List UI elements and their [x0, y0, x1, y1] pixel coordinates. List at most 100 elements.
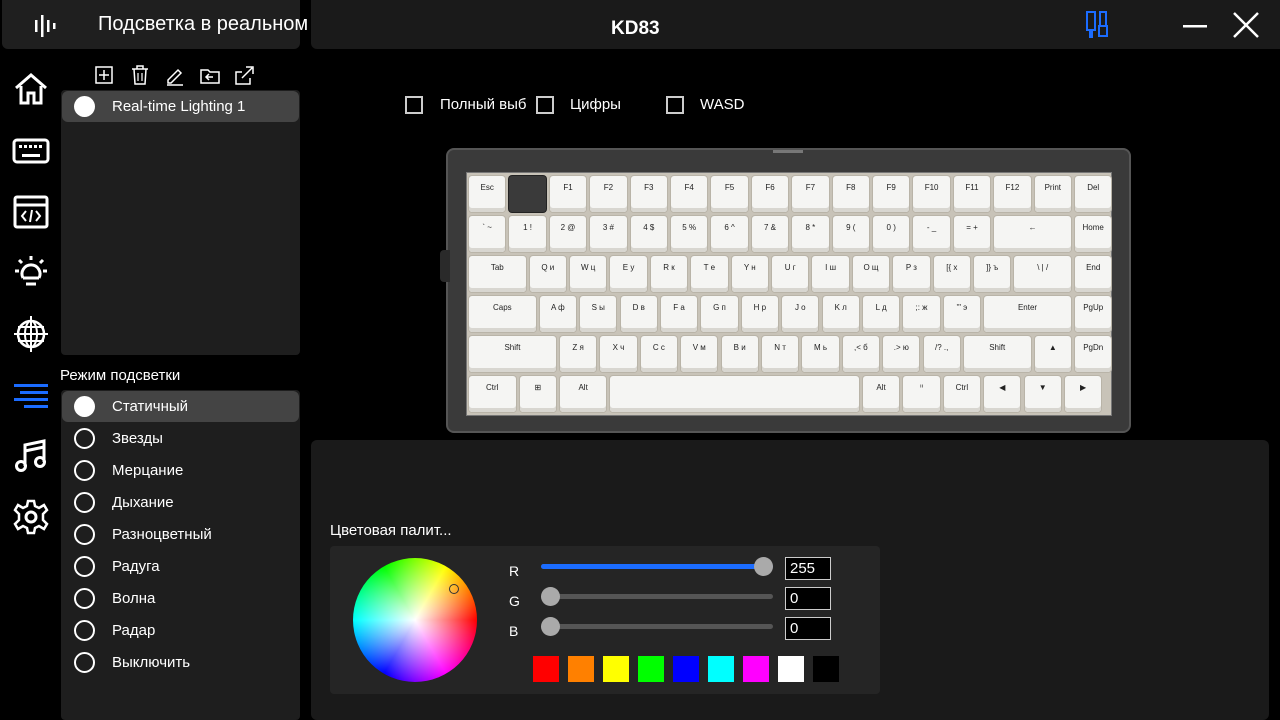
home-icon[interactable]	[12, 70, 50, 108]
key-space[interactable]	[610, 376, 859, 412]
key[interactable]: 8 *	[792, 216, 829, 252]
r-slider-thumb[interactable]	[754, 557, 773, 576]
color-wheel[interactable]	[353, 558, 477, 682]
key[interactable]: Ctrl	[943, 376, 981, 412]
lighting-mode-icon[interactable]	[12, 376, 50, 414]
key[interactable]: M ь	[802, 336, 839, 372]
key[interactable]: 1 !	[509, 216, 546, 252]
key[interactable]: R к	[650, 256, 688, 292]
key[interactable]: \ | /	[1014, 256, 1071, 292]
key[interactable]: 6 ^	[711, 216, 748, 252]
mode-radio[interactable]	[74, 652, 95, 673]
key[interactable]: N т	[761, 336, 799, 372]
key[interactable]: 7 &	[751, 216, 789, 252]
r-input[interactable]	[785, 557, 831, 580]
key[interactable]: Y н	[731, 256, 768, 292]
profile-radio[interactable]	[74, 96, 95, 117]
key[interactable]: F а	[660, 296, 698, 332]
mode-radio[interactable]	[74, 396, 95, 417]
key[interactable]: Alt	[559, 376, 607, 412]
key[interactable]: Home	[1075, 216, 1112, 252]
color-wheel-picker[interactable]	[449, 584, 459, 594]
key[interactable]: ]} ъ	[974, 256, 1011, 292]
key[interactable]: Enter	[984, 296, 1071, 332]
key[interactable]: PgDn	[1075, 336, 1112, 372]
key[interactable]: ◀	[984, 376, 1021, 412]
g-slider-thumb[interactable]	[541, 587, 560, 606]
r-slider[interactable]	[541, 557, 773, 576]
settings-icon[interactable]	[12, 498, 50, 536]
mode-radio[interactable]	[74, 460, 95, 481]
mode-item-radar[interactable]: Радар	[62, 615, 299, 646]
key[interactable]: .> ю	[883, 336, 920, 372]
color-swatch[interactable]	[813, 656, 839, 682]
mode-radio[interactable]	[74, 556, 95, 577]
key[interactable]: U г	[772, 256, 809, 292]
key[interactable]: J о	[782, 296, 819, 332]
delete-profile-icon[interactable]	[129, 64, 151, 86]
mode-radio[interactable]	[74, 620, 95, 641]
g-input[interactable]	[785, 587, 831, 610]
key[interactable]: PgUp	[1075, 296, 1112, 332]
key[interactable]: F8	[832, 176, 869, 212]
rename-profile-icon[interactable]	[164, 64, 186, 86]
key-knob-area[interactable]	[509, 176, 546, 212]
key[interactable]: L д	[862, 296, 900, 332]
mode-radio[interactable]	[74, 492, 95, 513]
key[interactable]: ▼	[1024, 376, 1061, 412]
key[interactable]: O щ	[852, 256, 890, 292]
color-swatch[interactable]	[708, 656, 734, 682]
key[interactable]: F11	[953, 176, 991, 212]
key[interactable]: Shift	[963, 336, 1031, 372]
key[interactable]: Z я	[559, 336, 597, 372]
b-input[interactable]	[785, 617, 831, 640]
key[interactable]: Print	[1034, 176, 1071, 212]
close-button[interactable]	[1231, 10, 1261, 40]
mode-item-flicker[interactable]: Мерцание	[62, 455, 299, 486]
profile-item[interactable]: Real-time Lighting 1	[62, 91, 299, 122]
b-slider[interactable]	[541, 617, 773, 636]
color-swatch[interactable]	[568, 656, 594, 682]
usb-connection-icon[interactable]	[1083, 10, 1113, 40]
key[interactable]: ⊞	[519, 376, 556, 412]
key[interactable]: F9	[873, 176, 910, 212]
key[interactable]: = +	[953, 216, 991, 252]
key[interactable]: ` ~	[469, 216, 506, 252]
mode-item-multicolor[interactable]: Разноцветный	[62, 519, 299, 550]
mode-item-stars[interactable]: Звезды	[62, 423, 299, 454]
key[interactable]: F12	[994, 176, 1031, 212]
key[interactable]: ▶	[1064, 376, 1102, 412]
key[interactable]: 5 %	[671, 216, 708, 252]
import-profile-icon[interactable]	[199, 64, 221, 86]
color-swatch[interactable]	[603, 656, 629, 682]
key[interactable]: [{ х	[933, 256, 970, 292]
key[interactable]: F6	[751, 176, 789, 212]
key[interactable]: D в	[620, 296, 657, 332]
key[interactable]: /? .,	[923, 336, 960, 372]
mode-item-wave[interactable]: Волна	[62, 583, 299, 614]
key[interactable]: Tab	[469, 256, 526, 292]
key[interactable]: F10	[913, 176, 950, 212]
key[interactable]: F3	[630, 176, 667, 212]
color-swatch[interactable]	[533, 656, 559, 682]
music-icon[interactable]	[12, 437, 50, 475]
key[interactable]: F1	[549, 176, 587, 212]
key[interactable]: Caps	[469, 296, 536, 332]
key[interactable]: Ctrl	[469, 376, 516, 412]
color-swatch[interactable]	[778, 656, 804, 682]
mode-item-breathing[interactable]: Дыхание	[62, 487, 299, 518]
minimize-button[interactable]	[1181, 12, 1209, 40]
export-profile-icon[interactable]	[234, 64, 256, 86]
key[interactable]: ᑊᑊ	[903, 376, 940, 412]
light-icon[interactable]	[12, 254, 50, 292]
wasd-checkbox[interactable]	[666, 96, 684, 114]
key[interactable]: K л	[822, 296, 859, 332]
key[interactable]: - _	[913, 216, 950, 252]
key[interactable]: X ч	[600, 336, 637, 372]
color-swatch[interactable]	[673, 656, 699, 682]
key[interactable]: F5	[711, 176, 748, 212]
mode-radio[interactable]	[74, 588, 95, 609]
key[interactable]: Q и	[529, 256, 566, 292]
globe-icon[interactable]	[12, 315, 50, 353]
key[interactable]: H р	[741, 296, 779, 332]
